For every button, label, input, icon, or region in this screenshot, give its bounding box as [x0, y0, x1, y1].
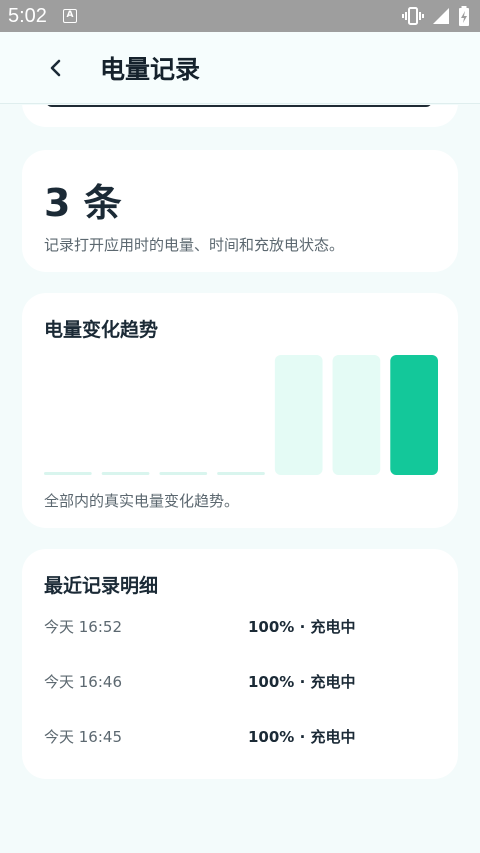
app-bar: 电量记录 — [0, 32, 480, 104]
trend-caption: 全部内的真实电量变化趋势。 — [44, 492, 240, 510]
records-title: 最近记录明细 — [44, 575, 159, 597]
chart-bar-2 — [159, 472, 208, 475]
record-status: 100% · 充电中 — [248, 672, 356, 691]
battery-trend-chart — [44, 355, 438, 475]
chart-bar-5 — [332, 355, 381, 475]
page-title: 电量记录 — [100, 54, 201, 84]
trend-card: 电量变化趋势 全部内的真实电量变化趋势。 — [22, 293, 458, 528]
record-time: 今天 16:46 — [44, 672, 122, 691]
summary-card: 3 条 记录打开应用时的电量、时间和充放电状态。 — [22, 150, 458, 272]
chevron-left-icon — [50, 59, 61, 76]
status-bar: 5:02 A — [0, 0, 480, 32]
record-row: 今天 16:45 100% · 充电中 — [44, 721, 438, 751]
record-status: 100% · 充电中 — [248, 617, 356, 636]
vibrate-icon — [402, 7, 424, 25]
previous-card — [22, 105, 458, 127]
back-button[interactable] — [36, 48, 76, 88]
battery-charging-icon — [459, 6, 469, 26]
chart-bar-6 — [390, 355, 438, 475]
record-status: 100% · 充电中 — [248, 727, 356, 746]
status-icons — [402, 6, 470, 26]
chart-bar-4 — [274, 355, 323, 475]
summary-description: 记录打开应用时的电量、时间和充放电状态。 — [44, 236, 345, 254]
record-time: 今天 16:52 — [44, 617, 122, 636]
trend-title: 电量变化趋势 — [44, 319, 159, 341]
records-card: 最近记录明细 今天 16:52 100% · 充电中 今天 16:46 100%… — [22, 549, 458, 779]
content-scroll[interactable]: 3 条 记录打开应用时的电量、时间和充放电状态。 电量变化趋势 全部内的真实电量… — [0, 105, 480, 853]
previous-card-bar — [46, 105, 432, 107]
notification-icon: A — [62, 9, 77, 23]
record-row: 今天 16:46 100% · 充电中 — [44, 666, 438, 696]
status-time: 5:02 — [8, 4, 47, 27]
chart-bar-1 — [101, 472, 150, 475]
record-time: 今天 16:45 — [44, 727, 122, 746]
chart-bar-3 — [217, 472, 265, 475]
chart-bar-0 — [44, 472, 92, 475]
record-count: 3 条 — [44, 181, 122, 225]
record-row: 今天 16:52 100% · 充电中 — [44, 611, 438, 641]
signal-icon — [433, 8, 449, 24]
